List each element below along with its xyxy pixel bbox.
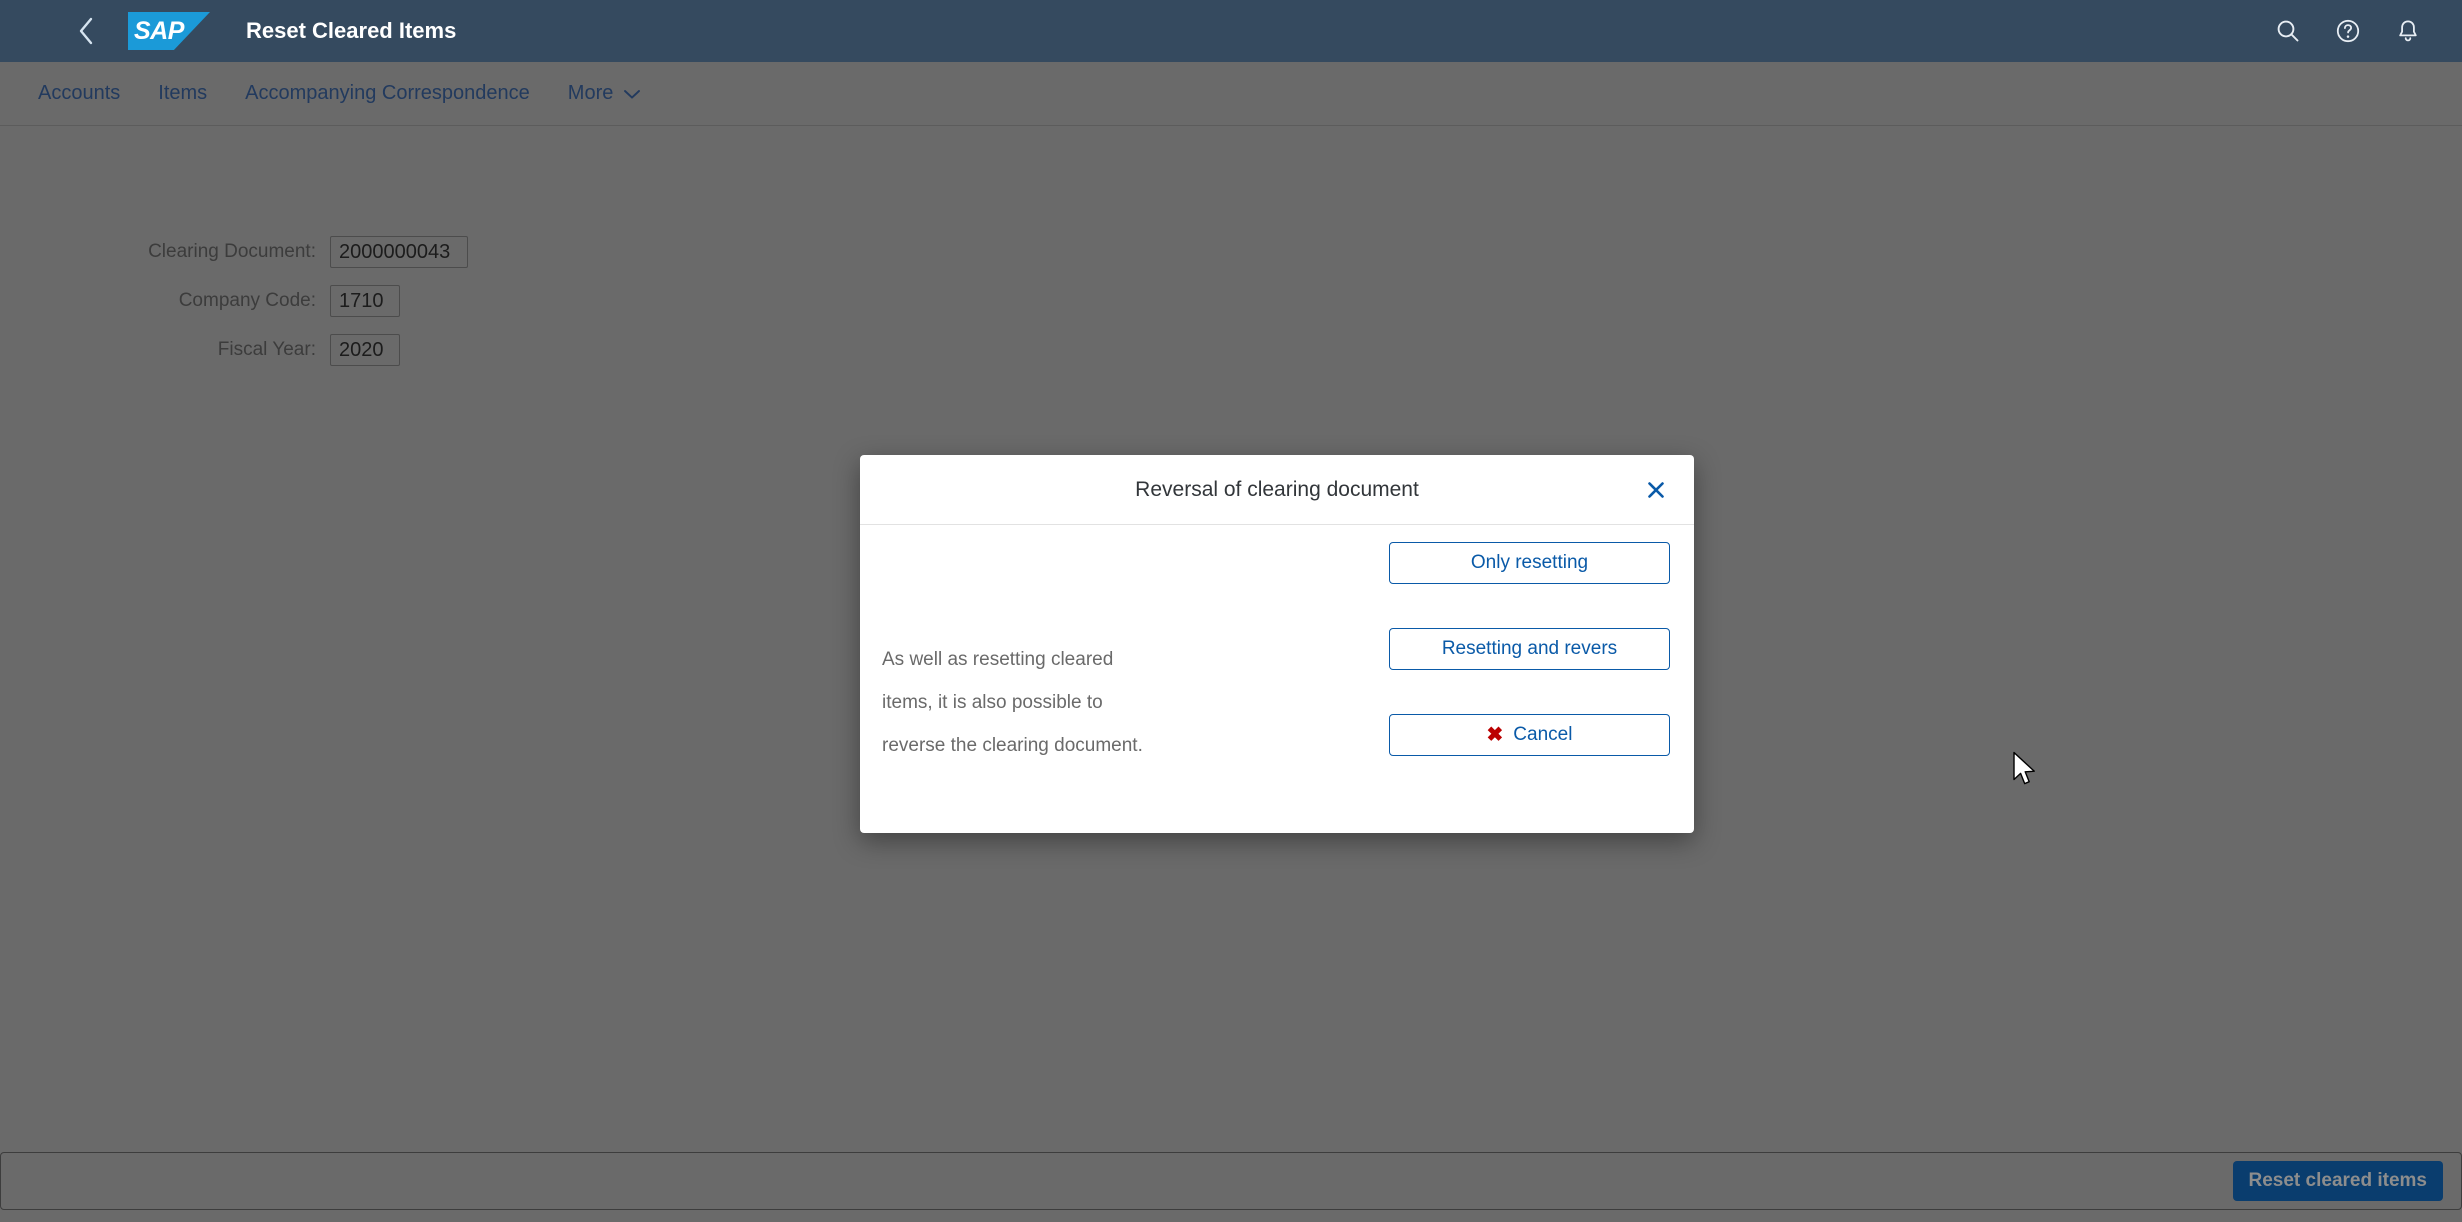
search-icon — [2275, 18, 2301, 44]
chevron-left-icon — [77, 16, 95, 46]
clearing-document-label: Clearing Document: — [148, 241, 316, 262]
shell-header: SAP Reset Cleared Items — [0, 0, 2462, 62]
subnav-item-more[interactable]: More — [568, 82, 642, 105]
cancel-label: Cancel — [1513, 724, 1573, 745]
resetting-and-reversing-label: Resetting and revers — [1441, 638, 1618, 659]
dialog-title: Reversal of clearing document — [1135, 477, 1419, 501]
page-title: Reset Cleared Items — [246, 18, 457, 43]
dialog-message-line: items, it is also possible to — [882, 692, 1103, 713]
subnav-item-accounts[interactable]: Accounts — [38, 82, 120, 105]
sap-logo-text: SAP — [134, 17, 184, 45]
back-button[interactable] — [58, 0, 114, 62]
reset-cleared-items-form: Clearing Document: Company Code: Fiscal … — [0, 236, 900, 383]
company-code-input[interactable] — [330, 285, 400, 317]
form-row-company-code: Company Code: — [0, 285, 900, 317]
resetting-and-reversing-button[interactable]: Resetting and revers — [1389, 628, 1670, 670]
clearing-document-input[interactable] — [330, 236, 468, 268]
cancel-x-icon: ✖ — [1486, 724, 1504, 746]
fiscal-year-label: Fiscal Year: — [217, 339, 316, 360]
help-button[interactable] — [2318, 0, 2378, 62]
sap-logo[interactable]: SAP — [128, 12, 210, 50]
dialog-body: As well as resetting cleared items, it i… — [860, 525, 1694, 833]
header-actions — [2258, 0, 2462, 62]
form-row-fiscal-year: Fiscal Year: — [0, 334, 900, 366]
subnav-item-label: Accounts — [38, 82, 121, 104]
close-icon — [1646, 480, 1666, 500]
chevron-down-icon — [623, 88, 641, 100]
notifications-button[interactable] — [2378, 0, 2438, 62]
form-row-clearing-document: Clearing Document: — [0, 236, 900, 268]
dialog-message-line: As well as resetting cleared — [882, 649, 1114, 670]
dialog-message-line: reverse the clearing document. — [882, 735, 1143, 756]
reversal-dialog: Reversal of clearing document As well as… — [860, 455, 1694, 833]
search-button[interactable] — [2258, 0, 2318, 62]
company-code-label: Company Code: — [178, 290, 316, 311]
application-root: SAP Reset Cleared Items Accounts Items A… — [0, 0, 2462, 1222]
subnav-item-accompanying-correspondence[interactable]: Accompanying Correspondence — [245, 82, 530, 105]
notifications-bell-icon — [2395, 18, 2421, 44]
dialog-message: As well as resetting cleared items, it i… — [882, 638, 1312, 767]
fiscal-year-input[interactable] — [330, 334, 400, 366]
sub-navigation-bar: Accounts Items Accompanying Corresponden… — [0, 62, 2462, 126]
cancel-button[interactable]: ✖ Cancel — [1389, 714, 1670, 756]
dialog-header: Reversal of clearing document — [860, 455, 1694, 525]
subnav-item-label: Accompanying Correspondence — [245, 82, 530, 104]
subnav-item-items[interactable]: Items — [158, 82, 207, 105]
help-icon — [2335, 18, 2361, 44]
only-resetting-button[interactable]: Only resetting — [1389, 542, 1670, 584]
dialog-actions: Only resetting Resetting and revers ✖ Ca… — [1389, 542, 1670, 756]
subnav-item-label: Items — [158, 82, 208, 104]
only-resetting-label: Only resetting — [1470, 552, 1589, 573]
reset-cleared-items-button[interactable]: Reset cleared items — [2232, 1161, 2443, 1201]
footer-action-bar: Reset cleared items — [0, 1152, 2462, 1210]
subnav-item-label: More — [567, 82, 614, 104]
dialog-close-button[interactable] — [1636, 470, 1676, 510]
